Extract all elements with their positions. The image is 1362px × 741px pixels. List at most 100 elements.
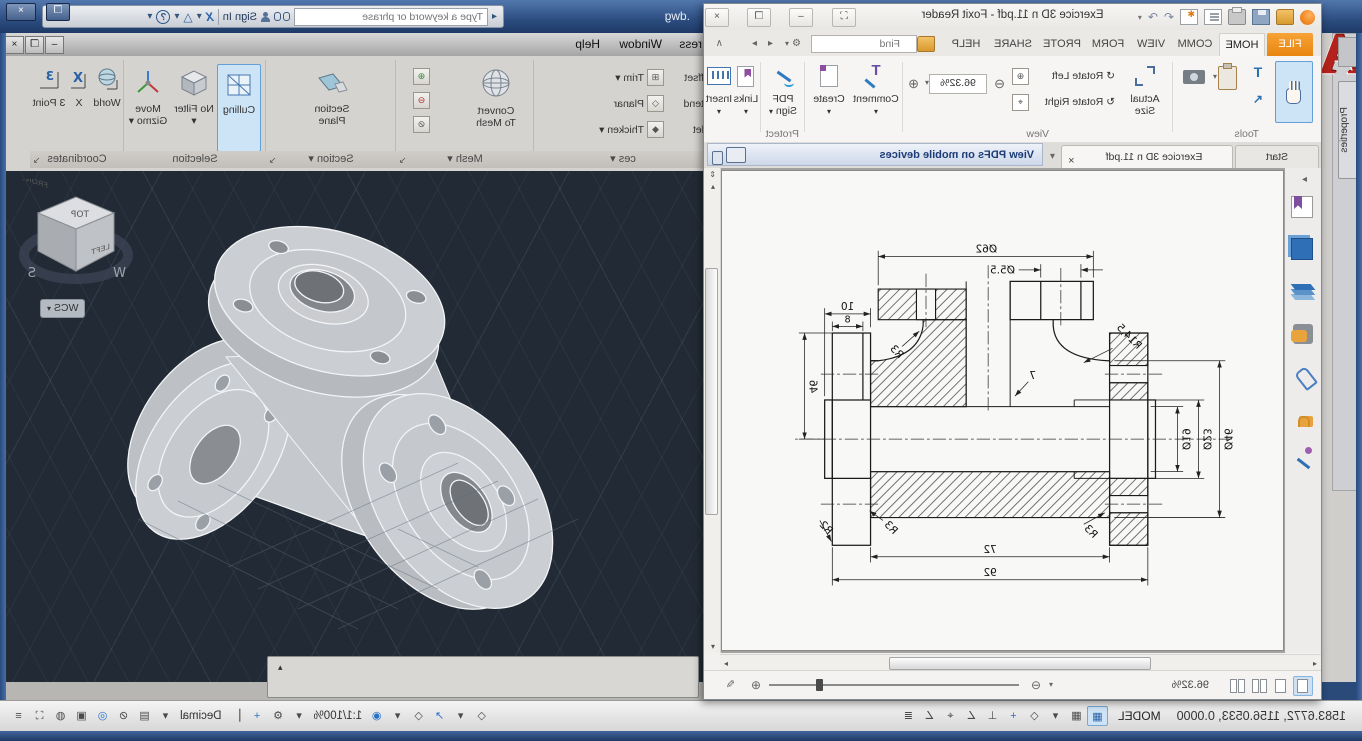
foxit-close-button[interactable]: × bbox=[705, 8, 729, 27]
tab-file[interactable]: FILE bbox=[1267, 33, 1313, 56]
tab-help[interactable]: HELP bbox=[945, 33, 987, 56]
3d-osnap-toggle[interactable]: ◎ bbox=[92, 706, 113, 726]
world-ucs-button[interactable]: World bbox=[92, 66, 122, 109]
foxit-document-area[interactable]: Ø62 Ø5.5 10 8 46 R14,5 7 R3 R3 R3 R2 Ø19… bbox=[720, 168, 1285, 653]
panel-label-mesh[interactable]: Mesh ▾ bbox=[396, 151, 534, 168]
convert-to-mesh-button[interactable]: ConvertTo Mesh bbox=[468, 66, 524, 129]
collapse-ribbon-icon[interactable]: ∧ bbox=[716, 38, 723, 49]
zoom-slider-thumb[interactable] bbox=[816, 679, 823, 691]
autocad-close-button[interactable]: × bbox=[6, 3, 36, 21]
comments-panel-icon[interactable] bbox=[1293, 324, 1313, 344]
save-icon[interactable] bbox=[1252, 9, 1270, 25]
foxit-logo-icon[interactable] bbox=[1300, 10, 1315, 25]
model-space-button[interactable]: MODEL bbox=[1118, 709, 1161, 723]
command-history-icon[interactable]: ▴ bbox=[278, 662, 283, 673]
units-button[interactable]: Decimal bbox=[180, 710, 222, 722]
planar-button[interactable]: Planar bbox=[614, 98, 644, 110]
undo-icon[interactable]: ↶ bbox=[1164, 10, 1174, 24]
isolate-objects-icon[interactable]: ◍ bbox=[50, 706, 71, 726]
viewcube-front-face[interactable]: FRONT bbox=[20, 179, 48, 190]
promo-dropdown-icon[interactable]: ▾ bbox=[1050, 151, 1055, 162]
no-filter-button[interactable]: No Filter ▾ bbox=[173, 64, 215, 127]
dynamic-input-toggle[interactable]: + bbox=[1003, 706, 1024, 726]
search-binoculars-icon[interactable] bbox=[274, 12, 290, 21]
osnap-toggle[interactable]: ⌖ bbox=[940, 706, 961, 726]
start-tab[interactable]: Start bbox=[1235, 145, 1319, 168]
rotate-left-button[interactable]: ↺ Rotate Left bbox=[1052, 70, 1115, 86]
exchange-dropdown-icon[interactable]: ▾ bbox=[197, 11, 202, 22]
snap-dropdown-icon[interactable]: ▾ bbox=[1045, 706, 1066, 726]
snapshot-camera-icon[interactable] bbox=[1183, 70, 1205, 84]
quick-properties-icon[interactable]: + bbox=[247, 706, 268, 726]
units-dropdown-icon[interactable]: ▾ bbox=[155, 706, 176, 726]
wcs-menu[interactable]: WCS ▾ bbox=[40, 299, 85, 318]
scale-dropdown-icon[interactable]: ▾ bbox=[289, 706, 310, 726]
select-annotation-icon[interactable]: ↖ bbox=[1247, 92, 1269, 116]
split-view-icon[interactable]: ⇕ bbox=[709, 170, 716, 179]
marquee-zoom-icon[interactable]: ⊕ bbox=[1012, 68, 1029, 85]
move-gizmo-button[interactable]: MoveGizmo ▾ bbox=[127, 64, 169, 127]
menu-window[interactable]: Window bbox=[619, 37, 662, 51]
scroll-up-icon[interactable]: ▴ bbox=[711, 182, 715, 191]
ortho-mode-toggle[interactable]: ⊥ bbox=[982, 706, 1003, 726]
scroll-left-icon[interactable]: ◂ bbox=[1313, 659, 1317, 668]
rotate-right-button[interactable]: ↻ Rotate Right bbox=[1045, 96, 1115, 112]
planar-icon[interactable]: ◇ bbox=[647, 95, 664, 112]
qat-dropdown-icon[interactable]: ▾ bbox=[1138, 13, 1142, 22]
annotation-visibility-icon[interactable]: ◉ bbox=[366, 706, 387, 726]
clean-screen-icon[interactable]: ⛶ bbox=[29, 706, 50, 726]
vertical-scrollbar[interactable]: ⇕ ▴ ▾ bbox=[704, 168, 721, 653]
tab-form[interactable]: FORM bbox=[1087, 33, 1129, 56]
zoom-menu-dropdown-icon[interactable]: ▾ bbox=[1049, 680, 1053, 689]
foxit-restore-button[interactable]: ❐ bbox=[747, 8, 771, 27]
find-next-icon[interactable]: ▸ bbox=[752, 38, 757, 49]
sidebar-collapse-icon[interactable]: ▸ bbox=[1302, 174, 1307, 185]
zoom-dropdown-icon[interactable]: ▾ bbox=[925, 78, 929, 87]
annotation-monitor-icon[interactable]: ↗ bbox=[429, 706, 450, 726]
find-previous-icon[interactable]: ◂ bbox=[768, 38, 773, 49]
horizontal-scrollbar[interactable]: ◂ ▸ bbox=[720, 654, 1321, 671]
annotation-scale-button[interactable]: 1:1/100% bbox=[314, 710, 363, 722]
otrack-toggle[interactable]: ∠ bbox=[919, 706, 940, 726]
vertical-scroll-thumb[interactable] bbox=[705, 268, 718, 515]
email-icon[interactable] bbox=[1204, 9, 1222, 25]
comment-button[interactable]: T Comment▾ bbox=[853, 61, 899, 118]
workspace-dropdown-icon[interactable]: ▾ bbox=[450, 706, 471, 726]
panel-label-coordinates[interactable]: Coordinates bbox=[30, 151, 124, 168]
zoom-slider[interactable] bbox=[769, 684, 1019, 686]
customize-menu-icon[interactable]: ≡ bbox=[8, 706, 29, 726]
find-scope-icon[interactable] bbox=[917, 36, 935, 52]
infocenter-search-input[interactable] bbox=[294, 8, 488, 26]
layers-panel-icon[interactable] bbox=[1291, 284, 1316, 290]
viewcube-west-label[interactable]: W bbox=[113, 266, 126, 281]
culling-button[interactable]: Culling bbox=[217, 64, 261, 152]
hardware-accel-icon[interactable]: ▣ bbox=[71, 706, 92, 726]
find-input[interactable] bbox=[811, 35, 917, 53]
settings-gear-icon[interactable]: ⚙ bbox=[268, 706, 289, 726]
section-plane-button[interactable]: SectionPlane bbox=[304, 66, 360, 127]
facing-view-button[interactable] bbox=[1249, 676, 1269, 696]
menu-help[interactable]: Help bbox=[575, 37, 600, 51]
foxit-minimize-button[interactable]: – bbox=[789, 8, 813, 27]
a360-dropdown-icon[interactable]: ▾ bbox=[174, 11, 179, 22]
autocad-restore-button[interactable]: ❐ bbox=[46, 3, 70, 21]
actual-size-button[interactable]: ActualSize bbox=[1121, 61, 1169, 117]
scroll-right-icon[interactable]: ▸ bbox=[724, 659, 728, 668]
tab-view[interactable]: VIEW bbox=[1131, 33, 1171, 56]
touch-mode-pencil-icon[interactable]: ✎ bbox=[726, 678, 735, 691]
panel-label-section[interactable]: Section ▾ bbox=[266, 151, 396, 168]
mesh-dialog-launcher-icon[interactable]: ↘ bbox=[399, 155, 407, 166]
selection-cycling-toggle[interactable]: ⊘ bbox=[113, 706, 134, 726]
menu-express-cut[interactable]: ress bbox=[679, 37, 702, 51]
tab-comment[interactable]: COMM bbox=[1173, 33, 1217, 56]
loupe-icon[interactable]: ⌖ bbox=[1012, 94, 1029, 111]
zoom-in-icon[interactable]: ⊕ bbox=[908, 76, 919, 92]
clipboard-icon[interactable] bbox=[1218, 66, 1237, 90]
no-smooth-icon[interactable]: ⊘ bbox=[413, 116, 430, 133]
pages-panel-icon[interactable] bbox=[1291, 238, 1313, 260]
document-tab[interactable]: Exercice 3D n 11.pdf × bbox=[1061, 145, 1233, 168]
annotation-dropdown-icon[interactable]: ▾ bbox=[387, 706, 408, 726]
coordinates-dialog-launcher-icon[interactable]: ↘ bbox=[33, 155, 41, 166]
tab-home[interactable]: HOME bbox=[1219, 33, 1265, 56]
offset-button-cut[interactable]: ffset bbox=[684, 72, 704, 84]
